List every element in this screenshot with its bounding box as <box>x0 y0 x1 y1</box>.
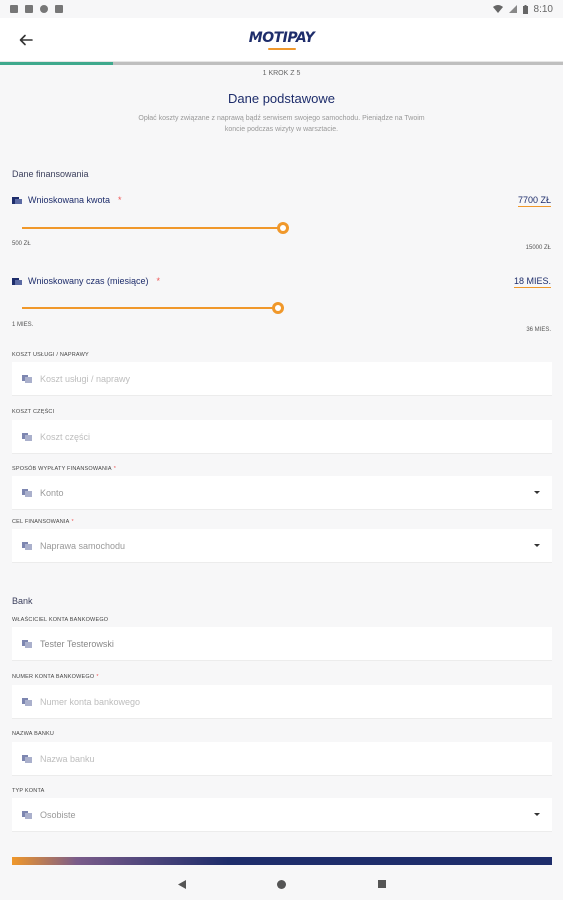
status-time: 8:10 <box>533 3 553 15</box>
slider-thumb[interactable] <box>272 302 284 314</box>
duration-slider-label: Wnioskowany czas (miesiące) * <box>12 276 160 286</box>
status-bar: 8:10 <box>0 0 563 18</box>
caret-down-icon <box>534 813 540 816</box>
notification-icons <box>10 5 63 13</box>
arrow-left-icon <box>19 34 33 46</box>
wallet-icon <box>22 432 32 441</box>
financing-section-title: Dane finansowania <box>12 169 89 179</box>
notification-icon <box>40 5 48 13</box>
field-label-text: TYP KONTA <box>12 788 45 794</box>
parts-cost-label: KOSZT CZĘŚCI <box>12 409 56 415</box>
system-nav-bar <box>0 868 563 900</box>
wallet-icon <box>22 697 32 706</box>
account-owner-label: WŁAŚCICIEL KONTA BANKOWEGO <box>12 617 110 623</box>
nav-recents-button[interactable] <box>372 874 392 894</box>
wallet-icon <box>22 488 32 497</box>
amount-slider[interactable] <box>22 222 291 234</box>
app-bar: MOTIPAY <box>0 18 563 62</box>
financing-goal-label: CEL FINANSOWANIA * <box>12 519 74 525</box>
service-cost-input[interactable] <box>40 373 552 384</box>
required-marker: * <box>113 466 117 472</box>
notification-icon <box>55 5 63 13</box>
wallet-icon <box>22 639 32 648</box>
field-label-text: CEL FINANSOWANIA <box>12 519 70 525</box>
wallet-icon <box>12 196 22 204</box>
field-label-text: SPOSÓB WYPŁATY FINANSOWANIA <box>12 466 112 472</box>
circle-home-icon <box>277 879 286 889</box>
step-progress-fill <box>0 62 113 65</box>
account-number-field[interactable] <box>12 685 552 719</box>
service-cost-field[interactable] <box>12 362 552 396</box>
duration-slider[interactable] <box>22 302 286 314</box>
slider-track-fill <box>22 227 279 229</box>
field-label-text: KOSZT USŁUGI / NAPRAWY <box>12 352 89 358</box>
wallet-icon <box>22 754 32 763</box>
amount-max: 15000 ZŁ <box>525 245 551 251</box>
field-label-text: WŁAŚCICIEL KONTA BANKOWEGO <box>12 617 109 623</box>
square-recents-icon <box>377 880 386 888</box>
bank-name-field[interactable] <box>12 742 552 776</box>
payout-method-select[interactable]: Konto <box>12 476 552 510</box>
slider-track-fill <box>22 307 274 309</box>
account-number-label: NUMER KONTA BANKOWEGO * <box>12 674 99 680</box>
nav-home-button[interactable] <box>272 874 292 894</box>
account-type-value: Osobiste <box>40 809 76 820</box>
payout-method-value: Konto <box>40 487 64 498</box>
field-label-text: KOSZT CZĘŚCI <box>12 409 55 415</box>
duration-value: 18 MIES. <box>513 276 551 288</box>
required-marker: * <box>96 674 99 680</box>
page-subtitle: Opłać koszty związane z naprawą bądź ser… <box>138 115 425 133</box>
slider-thumb[interactable] <box>277 222 289 234</box>
caret-down-icon <box>534 544 540 547</box>
account-owner-field[interactable] <box>12 627 552 661</box>
page-title: Dane podstawowe <box>228 91 335 106</box>
wallet-icon <box>22 541 32 550</box>
wallet-icon <box>22 810 32 819</box>
bank-name-label: NAZWA BANKU <box>12 731 56 737</box>
caret-down-icon <box>534 491 540 494</box>
account-owner-input[interactable] <box>40 638 552 649</box>
payout-method-label: SPOSÓB WYPŁATY FINANSOWANIA * <box>12 466 116 472</box>
step-progress-bar <box>0 62 563 65</box>
step-indicator: 1 KROK Z 5 <box>262 70 301 77</box>
financing-goal-select[interactable]: Naprawa samochodu <box>12 529 552 563</box>
amount-min: 500 ZŁ <box>12 241 31 247</box>
financing-goal-value: Naprawa samochodu <box>40 540 126 551</box>
amount-slider-label: Wnioskowana kwota * <box>12 195 122 205</box>
account-type-label: TYP KONTA <box>12 788 46 794</box>
wifi-icon <box>492 5 503 13</box>
amount-label-text: Wnioskowana kwota <box>28 195 111 205</box>
account-number-input[interactable] <box>40 696 552 707</box>
bank-name-input[interactable] <box>40 753 552 764</box>
account-type-select[interactable]: Osobiste <box>12 798 552 832</box>
logo-underline <box>267 47 296 50</box>
nav-back-button[interactable] <box>172 874 192 894</box>
amount-value: 7700 ZŁ <box>517 195 551 207</box>
notification-icon <box>10 5 18 13</box>
logo-text: MOTIPAY <box>248 29 315 46</box>
parts-cost-field[interactable] <box>12 420 552 454</box>
notification-icon <box>25 5 33 13</box>
duration-max: 36 MIES. <box>526 327 551 333</box>
signal-icon <box>508 5 517 13</box>
battery-icon <box>522 4 528 14</box>
wallet-icon <box>22 374 32 383</box>
bank-section-title: Bank <box>12 596 33 606</box>
logo: MOTIPAY <box>248 29 315 50</box>
wallet-icon <box>12 277 22 285</box>
required-marker: * <box>71 519 74 525</box>
field-label-text: NUMER KONTA BANKOWEGO <box>12 674 95 680</box>
required-marker: * <box>156 276 161 286</box>
duration-label-text: Wnioskowany czas (miesiące) <box>28 276 149 286</box>
back-button[interactable] <box>14 28 38 52</box>
triangle-back-icon <box>177 879 186 889</box>
field-label-text: NAZWA BANKU <box>12 731 55 737</box>
footer-gradient-bar <box>12 857 552 865</box>
parts-cost-input[interactable] <box>40 431 552 442</box>
service-cost-label: KOSZT USŁUGI / NAPRAWY <box>12 352 91 358</box>
required-marker: * <box>118 195 122 205</box>
duration-min: 1 MIES. <box>12 322 34 328</box>
